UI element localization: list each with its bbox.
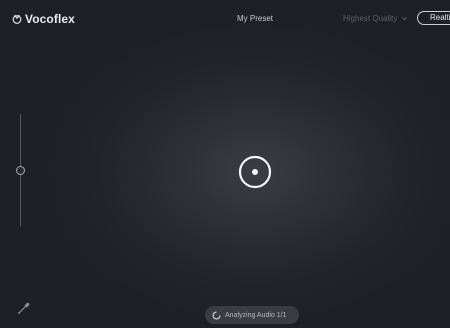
preset-name[interactable]: My Preset: [220, 14, 290, 23]
quality-dropdown[interactable]: Highest Quality: [343, 14, 408, 23]
slider-thumb[interactable]: [16, 165, 25, 175]
chevron-down-icon: [402, 17, 408, 21]
quality-label: Highest Quality: [343, 14, 398, 23]
target-icon[interactable]: [237, 154, 273, 190]
realtime-label: Realti: [430, 13, 450, 22]
status-pill: Analyzing Audio 1/1: [205, 306, 299, 324]
app-name: Vocoflex: [25, 12, 75, 26]
spinner-icon: [212, 310, 221, 319]
vertical-slider[interactable]: [15, 114, 27, 226]
vocoflex-logo-icon: [12, 14, 22, 24]
eyedropper-icon[interactable]: [16, 300, 32, 316]
status-text: Analyzing Audio 1/1: [225, 311, 287, 319]
vocoflex-window: Vocoflex My Preset Highest Quality Realt…: [0, 0, 450, 328]
top-bar: Vocoflex My Preset Highest Quality Realt…: [0, 0, 450, 40]
realtime-button[interactable]: Realti: [417, 11, 450, 25]
app-logo: Vocoflex: [12, 12, 75, 26]
